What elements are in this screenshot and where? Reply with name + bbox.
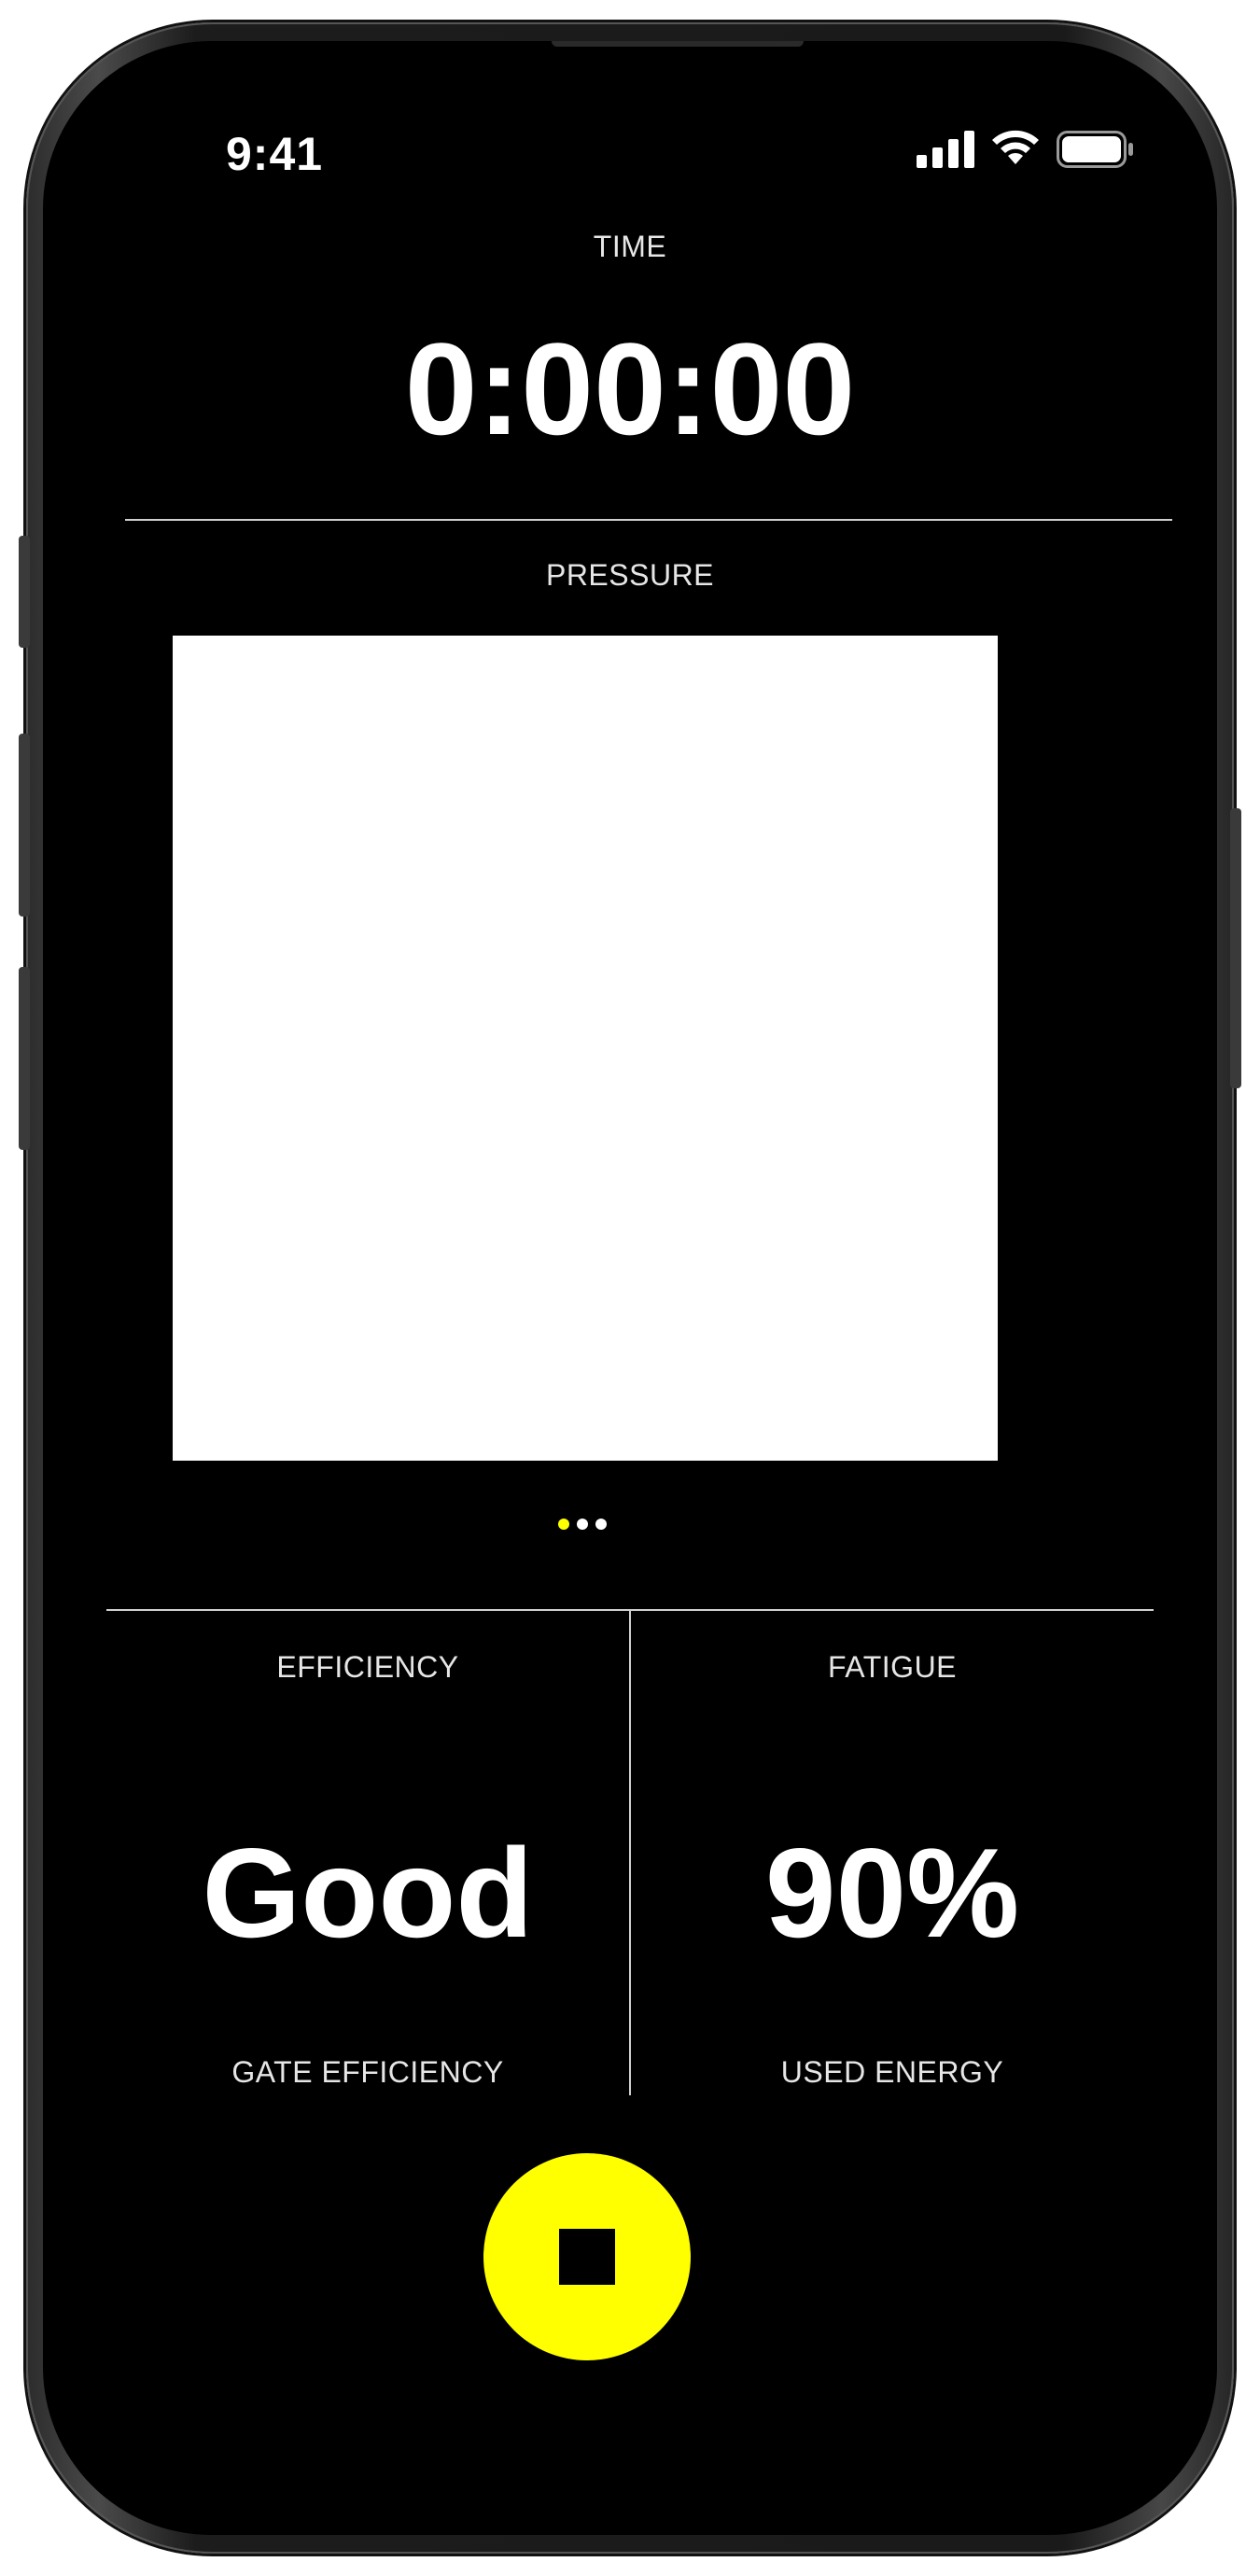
- divider-top: [125, 519, 1172, 521]
- efficiency-caption: GATE EFFICIENCY: [231, 2055, 504, 2089]
- pressure-chart-area: [173, 636, 998, 1461]
- time-label: TIME: [593, 230, 667, 263]
- cellular-signal-icon: [917, 131, 974, 168]
- page-dot-active[interactable]: [558, 1519, 569, 1530]
- efficiency-value: Good: [202, 1822, 534, 1964]
- page-dot[interactable]: [577, 1519, 588, 1530]
- speaker-grille: [552, 41, 804, 47]
- stop-icon: [559, 2229, 615, 2285]
- fatigue-label: FATIGUE: [827, 1650, 958, 1684]
- power-button: [1230, 808, 1241, 1088]
- fatigue-caption: USED ENERGY: [780, 2055, 1004, 2089]
- efficiency-label: EFFICIENCY: [276, 1650, 459, 1684]
- volume-down-button: [19, 967, 30, 1150]
- battery-icon: [1057, 131, 1133, 168]
- volume-up-button: [19, 734, 30, 917]
- action-button: [19, 536, 30, 648]
- pressure-label: PRESSURE: [545, 558, 715, 592]
- timer-value: 0:00:00: [404, 315, 856, 462]
- stop-button[interactable]: [483, 2153, 691, 2360]
- page-indicator[interactable]: [558, 1517, 614, 1532]
- status-time: 9:41: [226, 128, 324, 180]
- wifi-icon: [992, 130, 1039, 164]
- fatigue-value: 90%: [764, 1822, 1020, 1964]
- page-dot[interactable]: [595, 1519, 607, 1530]
